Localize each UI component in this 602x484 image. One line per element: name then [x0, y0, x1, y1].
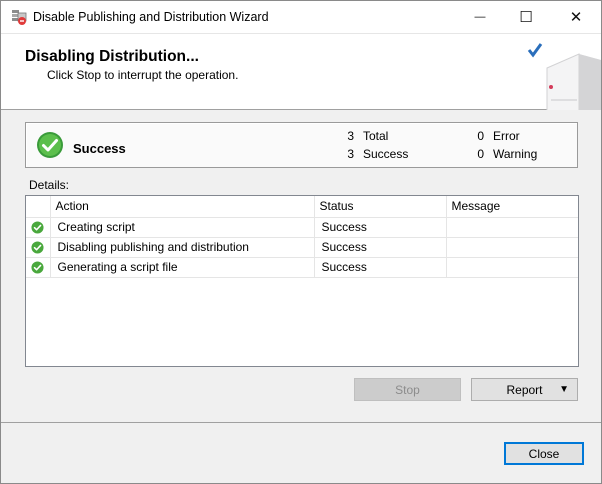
details-label: Details:: [29, 178, 70, 192]
minimize-button[interactable]: —: [457, 1, 503, 33]
error-count: 0: [477, 129, 484, 143]
error-stat: 0 Error: [470, 129, 520, 143]
page-subtitle: Click Stop to interrupt the operation.: [47, 68, 239, 82]
status-summary: Success 3 Total 3 Success 0 Error 0 Warning: [25, 122, 578, 168]
status-cell: Success: [314, 217, 447, 238]
column-header-status[interactable]: Status: [314, 196, 447, 218]
check-circle-icon: [31, 221, 44, 234]
check-circle-icon: [31, 241, 44, 254]
server-check-icon: [527, 43, 601, 110]
maximize-button[interactable]: ☐: [503, 1, 549, 33]
column-header-message[interactable]: Message: [446, 196, 578, 218]
check-circle-icon: [37, 132, 63, 158]
status-label: Success: [73, 141, 126, 156]
close-window-button[interactable]: ✕: [553, 1, 599, 33]
stop-button[interactable]: Stop: [354, 378, 461, 401]
close-icon: ✕: [569, 9, 583, 26]
wizard-header: Disabling Distribution... Click Stop to …: [1, 33, 601, 110]
footer-divider: [1, 422, 601, 423]
success-count: 3: [347, 147, 354, 161]
total-count: 3: [347, 129, 354, 143]
message-cell: [446, 257, 578, 278]
total-label: Total: [363, 129, 389, 143]
success-stat: 3 Success: [340, 147, 408, 161]
action-cell: Creating script: [50, 217, 315, 238]
table-row[interactable]: Disabling publishing and distribution Su…: [26, 237, 578, 258]
page-title: Disabling Distribution...: [25, 48, 199, 65]
report-button-label: Report: [506, 382, 543, 397]
report-button[interactable]: Report ▼: [471, 378, 578, 401]
header-row: Action Status Message: [26, 196, 578, 218]
check-circle-icon: [31, 261, 44, 274]
details-grid[interactable]: Action Status Message Creating script Su…: [25, 195, 579, 367]
icon-column-header: [26, 196, 51, 218]
status-cell: Success: [314, 257, 447, 278]
row-status-cell: [26, 217, 51, 238]
warning-stat: 0 Warning: [470, 147, 537, 161]
success-label: Success: [363, 147, 409, 161]
close-button-label: Close: [528, 446, 560, 461]
details-table: Action Status Message Creating script Su…: [26, 196, 578, 278]
window-title: Disable Publishing and Distribution Wiza…: [33, 10, 269, 24]
row-status-cell: [26, 237, 51, 258]
action-cell: Disabling publishing and distribution: [50, 237, 315, 258]
warning-label: Warning: [493, 147, 538, 161]
message-cell: [446, 217, 578, 238]
status-cell: Success: [314, 237, 447, 258]
stop-button-label: Stop: [395, 382, 420, 397]
table-row[interactable]: Generating a script file Success: [26, 257, 578, 278]
dropdown-arrow-icon[interactable]: ▼: [559, 384, 569, 395]
close-button[interactable]: Close: [504, 442, 584, 465]
error-label: Error: [493, 129, 520, 143]
row-status-cell: [26, 257, 51, 278]
message-cell: [446, 237, 578, 258]
total-stat: 3 Total: [340, 129, 388, 143]
warning-count: 0: [477, 147, 484, 161]
column-header-action[interactable]: Action: [50, 196, 315, 218]
maximize-icon: ☐: [519, 9, 533, 26]
title-bar[interactable]: Disable Publishing and Distribution Wiza…: [1, 1, 601, 33]
minimize-icon: —: [474, 11, 486, 23]
wizard-db-icon: [12, 10, 27, 25]
table-row[interactable]: Creating script Success: [26, 217, 578, 238]
action-cell: Generating a script file: [50, 257, 315, 278]
wizard-window: Disable Publishing and Distribution Wiza…: [0, 0, 602, 484]
